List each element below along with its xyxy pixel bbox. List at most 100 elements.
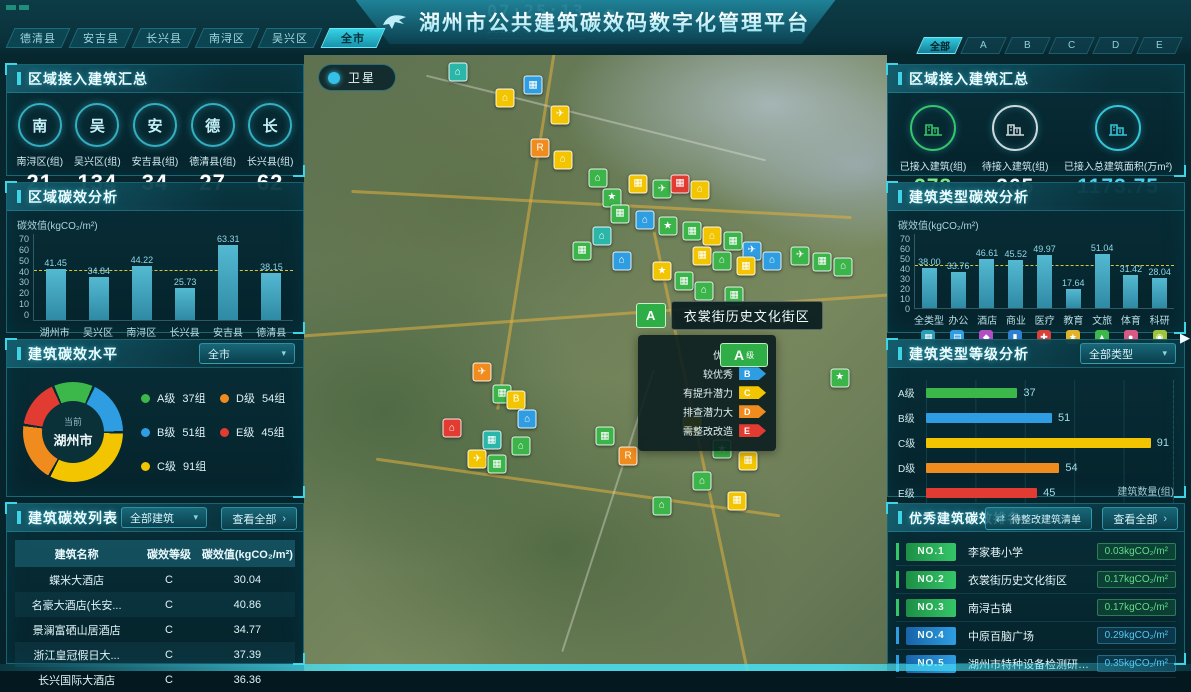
view-all-button[interactable]: 查看全部 ›: [1102, 507, 1178, 530]
building-marker[interactable]: ▦: [683, 222, 702, 241]
table-cell: 蝶米大酒店: [15, 572, 138, 588]
building-marker[interactable]: ▦: [629, 174, 648, 193]
rectify-list-button[interactable]: ⇄ 待整改建筑清单: [985, 507, 1092, 530]
building-marker[interactable]: ★: [658, 217, 677, 236]
building-marker[interactable]: R: [531, 139, 550, 158]
x-tick-label: 湖州市: [33, 324, 76, 339]
table-cell: C: [138, 574, 200, 586]
bar: [261, 273, 281, 320]
building-marker[interactable]: ⌂: [636, 211, 655, 230]
chevron-right-icon[interactable]: ▶: [1180, 330, 1190, 346]
table-cell: 30.04: [200, 574, 295, 586]
building-marker[interactable]: ★: [830, 368, 849, 387]
building-marker[interactable]: ⌂: [496, 89, 515, 108]
level-tab-4[interactable]: D: [1092, 37, 1139, 54]
building-marker[interactable]: ▦: [487, 455, 506, 474]
bar: [1066, 289, 1081, 308]
building-marker[interactable]: ⌂: [443, 419, 462, 438]
building-filter-dropdown[interactable]: 全部建筑 ▾: [121, 507, 207, 528]
legend-dot-icon: [141, 462, 150, 471]
building-marker[interactable]: ▦: [724, 232, 743, 251]
building-marker[interactable]: ▦: [739, 451, 758, 470]
level-tab-2[interactable]: B: [1004, 37, 1051, 54]
building-marker[interactable]: ⌂: [713, 251, 732, 270]
bar-value-label: 63.31: [217, 234, 240, 244]
level-tab-5[interactable]: E: [1136, 37, 1183, 54]
region-tab-5[interactable]: 全市: [321, 28, 386, 48]
building-marker[interactable]: ▦: [573, 241, 592, 260]
tab-label: 南浔区: [209, 30, 245, 46]
level-tab-0[interactable]: 全部: [916, 37, 963, 54]
ranking-row: NO.4中原百脑广场0.29kgCO₂/m²: [896, 622, 1176, 650]
building-marker[interactable]: ⌂: [693, 472, 712, 491]
building-marker[interactable]: ✈: [550, 105, 569, 124]
building-marker[interactable]: ▦: [524, 76, 543, 95]
building-marker[interactable]: ✈: [791, 246, 810, 265]
building-marker[interactable]: ▦: [610, 204, 629, 223]
building-marker[interactable]: ⌂: [703, 227, 722, 246]
building-marker[interactable]: ▦: [482, 431, 501, 450]
building-marker[interactable]: ⌂: [511, 437, 530, 456]
view-all-button[interactable]: 查看全部 ›: [221, 507, 297, 530]
hbar: [926, 413, 1052, 423]
building-marker[interactable]: ⌂: [690, 180, 709, 199]
grade-a-badge: A 级: [720, 343, 768, 367]
region-tab-2[interactable]: 长兴县: [132, 28, 197, 48]
panel-title: 区域接入建筑汇总: [28, 69, 148, 89]
page-title: 湖州市公共建筑碳效码数字化管理平台: [419, 7, 810, 37]
region-tab-0[interactable]: 德清县: [6, 28, 71, 48]
building-marker[interactable]: ⌂: [612, 251, 631, 270]
building-marker[interactable]: ✈: [468, 450, 487, 469]
table-row: 名豪大酒店(长安...C40.86: [15, 592, 295, 617]
ranking-row: NO.3南浔古镇0.17kgCO₂/m²: [896, 594, 1176, 622]
panel-title: 建筑类型等级分析: [909, 344, 1029, 364]
y-tick: 0: [24, 310, 29, 320]
building-marker[interactable]: ▦: [736, 257, 755, 276]
region-tab-4[interactable]: 吴兴区: [258, 28, 323, 48]
level-tab-1[interactable]: A: [960, 37, 1007, 54]
chevron-down-icon: ▾: [1162, 348, 1167, 359]
building-marker[interactable]: ⌂: [694, 281, 713, 300]
hbar-grade-label: B级: [898, 410, 922, 425]
building-marker[interactable]: ⌂: [834, 257, 853, 276]
summary-label: 南浔区(组): [16, 153, 63, 168]
level-tab-3[interactable]: C: [1048, 37, 1095, 54]
bar-value-label: 28.04: [1148, 267, 1171, 277]
satellite-toggle[interactable]: 卫星: [318, 64, 396, 91]
building-marker[interactable]: ▦: [813, 252, 832, 271]
building-marker[interactable]: ▦: [675, 272, 694, 291]
building-marker[interactable]: ▦: [595, 427, 614, 446]
y-tick: 40: [19, 267, 29, 277]
building-marker[interactable]: ⌂: [592, 227, 611, 246]
building-marker[interactable]: ⌂: [518, 410, 537, 429]
building-marker[interactable]: ⌂: [763, 251, 782, 270]
bar: [951, 272, 966, 308]
building-marker[interactable]: ⌂: [553, 150, 572, 169]
bar-value-label: 33.76: [947, 261, 970, 271]
building-marker[interactable]: ⌂: [448, 63, 467, 82]
region-tab-1[interactable]: 安吉县: [69, 28, 134, 48]
x-tick-label: 长兴县: [163, 324, 206, 339]
building-marker[interactable]: ★: [652, 262, 671, 281]
bar-column: 38.15: [250, 234, 293, 320]
region-tab-3[interactable]: 南浔区: [195, 28, 260, 48]
city-scope-dropdown[interactable]: 全市 ▾: [199, 343, 295, 364]
building-marker[interactable]: ✈: [652, 180, 671, 199]
building-marker[interactable]: ▦: [693, 246, 712, 265]
building-circle-icon: [992, 105, 1038, 151]
y-tick: 50: [19, 256, 29, 266]
map-canvas[interactable]: 卫星 ⌂▦✈⌂R⌂⌂★▦✈▦⌂▦⌂★▦⌂▦✈▦⌂▦⌂✈▦⌂⌂▦⌂★▦⌂▦★✈▦B…: [304, 55, 887, 671]
building-marker[interactable]: B: [507, 390, 526, 409]
chevron-right-icon: ›: [1163, 513, 1167, 525]
title-mark: [17, 190, 21, 203]
building-marker[interactable]: ✈: [472, 363, 491, 382]
map-grade-legend: 优秀A较优秀B有提升潜力C排查潜力大D需整改改造E A 级: [638, 335, 776, 451]
type-filter-dropdown[interactable]: 全部类型 ▾: [1080, 343, 1176, 364]
building-marker[interactable]: ⌂: [588, 169, 607, 188]
building-marker[interactable]: ▦: [728, 491, 747, 510]
building-marker[interactable]: ⌂: [652, 496, 671, 515]
building-marker[interactable]: ▦: [671, 174, 690, 193]
button-label: 查看全部: [1113, 511, 1157, 527]
building-marker[interactable]: R: [619, 447, 638, 466]
carbon-value-pill: 0.29kgCO₂/m²: [1097, 627, 1176, 644]
